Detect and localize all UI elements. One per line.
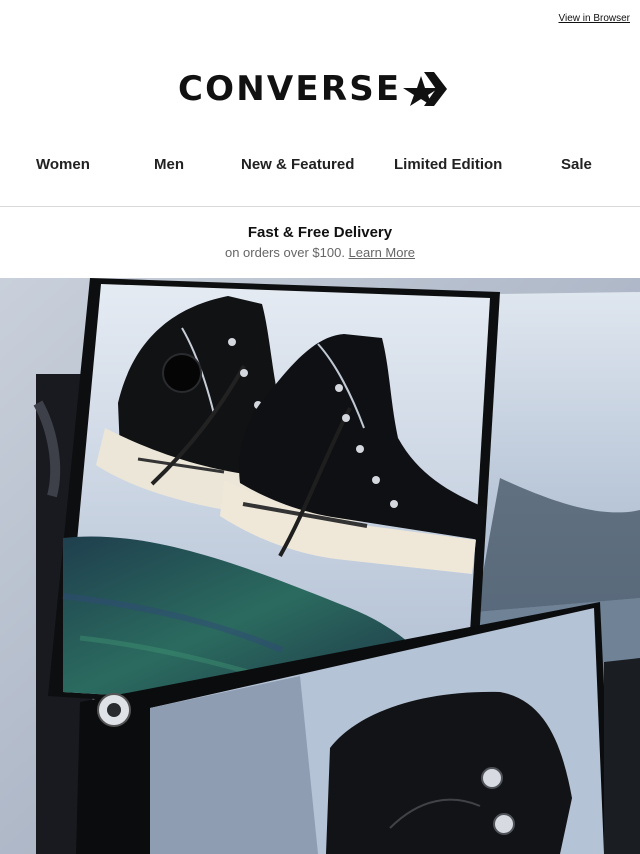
delivery-title: Fast & Free Delivery <box>247 224 393 241</box>
sneaker-hero-image <box>0 278 640 854</box>
topbar: View in Browser <box>0 0 640 36</box>
converse-logo[interactable]: CONVERSE <box>178 69 448 109</box>
nav-men[interactable]: Men <box>154 156 184 173</box>
nav-sale[interactable]: Sale <box>561 156 592 173</box>
main-navigation: Women Men New & Featured Limited Edition… <box>0 144 640 206</box>
converse-star-chevron-icon <box>403 72 448 106</box>
hero-image[interactable] <box>0 278 640 854</box>
delivery-banner: Fast & Free Delivery on orders over $100… <box>0 207 640 277</box>
delivery-subtitle-text: on orders over $100. <box>224 245 349 260</box>
nav-limited-edition[interactable]: Limited Edition <box>394 156 502 173</box>
nav-new-featured[interactable]: New & Featured <box>241 156 354 173</box>
logo-wordmark: CONVERSE <box>178 69 402 109</box>
delivery-subtitle: on orders over $100. Learn More <box>0 245 640 260</box>
logo-area: CONVERSE <box>0 36 640 144</box>
nav-women[interactable]: Women <box>36 156 90 173</box>
learn-more-link[interactable]: Learn More <box>349 245 415 260</box>
view-in-browser-link[interactable]: View in Browser <box>558 13 630 24</box>
